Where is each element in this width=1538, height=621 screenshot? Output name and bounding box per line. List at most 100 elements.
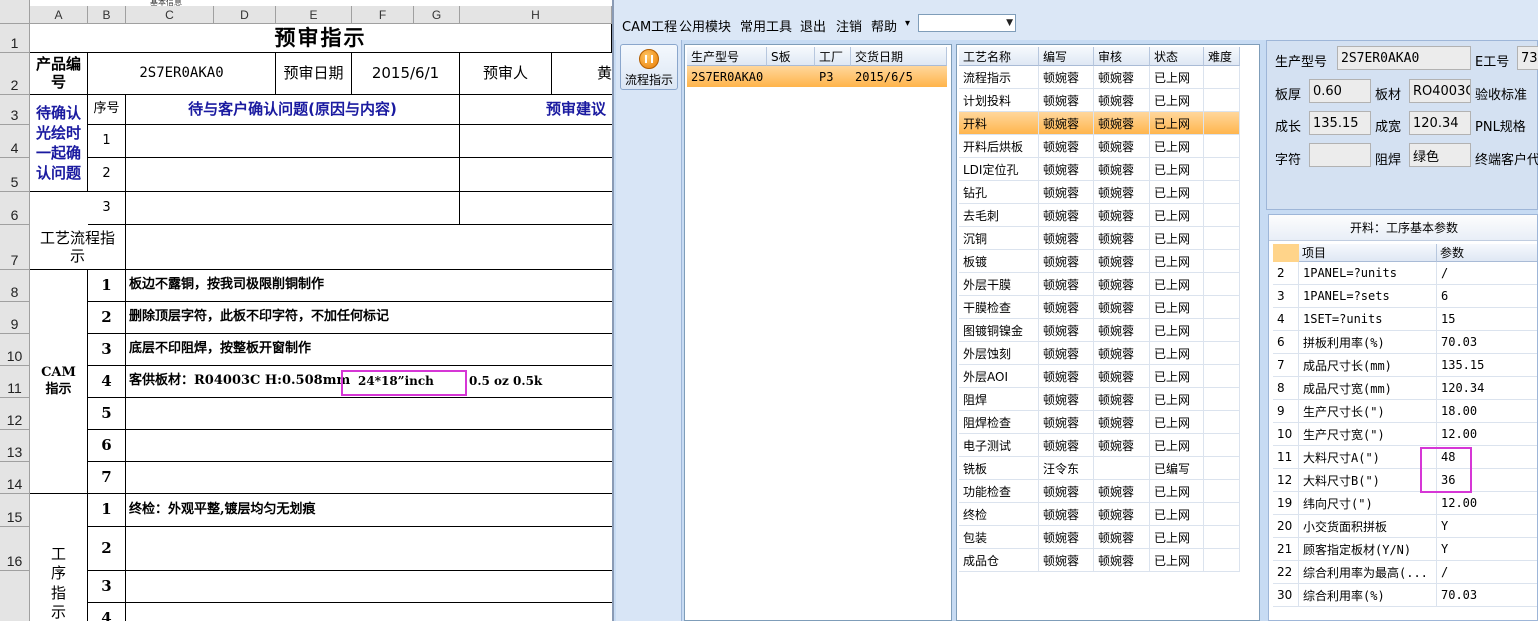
reviewer-label: 预审人 [460,53,552,95]
process-cell: 开料后烘板 [959,135,1039,158]
menu-logout[interactable]: 注销 [836,16,862,35]
process-cell: 开料 [959,112,1039,135]
process-cell: 顿婉蓉 [1094,411,1150,434]
mask-field[interactable]: 绿色 [1409,143,1471,167]
params-no-accent [1273,244,1299,262]
column-header-G[interactable]: G [414,6,460,24]
row-header-11[interactable]: 11 [0,366,30,398]
process-cell [1204,227,1240,250]
process-cell: 顿婉蓉 [1039,503,1094,526]
params-cell-no: 4 [1273,308,1299,331]
process-cell: 顿婉蓉 [1039,250,1094,273]
length-field[interactable]: 135.15 [1309,111,1371,135]
params-cell-no: 3 [1273,285,1299,308]
row-header-4[interactable]: 4 [0,125,30,158]
process-header-0[interactable]: 工艺名称 [959,47,1039,66]
process-cell: 顿婉蓉 [1039,365,1094,388]
menu-help[interactable]: 帮助 [871,16,897,35]
row-header-2[interactable]: 2 [0,53,30,95]
flow-instruction-button[interactable]: 流程指示 [620,44,678,90]
model-field[interactable]: 2S7ER0AKA0 [1337,46,1471,70]
params-cell-value[interactable]: 120.34 [1437,377,1537,400]
row-header-15[interactable]: 15 [0,494,30,527]
params-cell-value[interactable]: 12.00 [1437,492,1537,515]
row-header-12[interactable]: 12 [0,398,30,430]
process-header-4[interactable]: 难度 [1204,47,1240,66]
params-cell-item: 成品尺寸宽(mm) [1299,377,1437,400]
column-header-F[interactable]: F [352,6,414,24]
cam-row4-tail: 0.5 oz 0.5k [469,374,543,388]
orders-header-1[interactable]: S板 [767,47,815,66]
params-header-item[interactable]: 项目 [1299,244,1437,262]
process-cell: 已上网 [1150,204,1204,227]
params-cell-value[interactable]: 6 [1437,285,1537,308]
process-cell: 已上网 [1150,480,1204,503]
row-header-14[interactable]: 14 [0,462,30,494]
row-header-17[interactable]: 17 [0,571,30,621]
row-header-8[interactable]: 8 [0,270,30,302]
row-header-9[interactable]: 9 [0,302,30,334]
params-cell-value[interactable]: 70.03 [1437,331,1537,354]
process-header-1[interactable]: 编写 [1039,47,1094,66]
params-cell-value[interactable]: Y [1437,538,1537,561]
thickness-field[interactable]: 0.60 [1309,79,1371,103]
pending-issue-cell [126,158,460,192]
params-cell-value[interactable]: Y [1437,515,1537,538]
menu-more-arrow-icon[interactable]: ▾ [905,18,910,29]
process-cell: 已上网 [1150,181,1204,204]
menu-exit[interactable]: 退出 [800,16,826,35]
row-header-16[interactable]: 16 [0,527,30,571]
material-field[interactable]: RO4003C [1409,79,1471,103]
cam-row-text [126,462,612,494]
process-cell [1204,273,1240,296]
orders-cell [767,66,815,87]
orders-header-0[interactable]: 生产型号 [687,47,767,66]
width-field[interactable]: 120.34 [1409,111,1471,135]
params-header-value[interactable]: 参数 [1437,244,1537,262]
column-header-H[interactable]: H [460,6,612,24]
params-cell-value[interactable]: 135.15 [1437,354,1537,377]
eno-field[interactable]: 73 [1517,46,1538,70]
process-header-3[interactable]: 状态 [1150,47,1204,66]
row-header-1[interactable]: 1 [0,24,30,53]
char-field[interactable] [1309,143,1371,167]
column-header-E[interactable]: E [276,6,352,24]
proc-label: 工序指示 [30,494,88,621]
params-cell-value[interactable]: / [1437,561,1537,584]
process-cell: 顿婉蓉 [1094,273,1150,296]
menu-common-module[interactable]: 公用模块 [679,16,731,35]
row-header-13[interactable]: 13 [0,430,30,462]
menu-cam[interactable]: CAM工程 [622,16,677,35]
params-cell-no: 12 [1273,469,1299,492]
orders-header-3[interactable]: 交货日期 [851,47,947,66]
row-header-6[interactable]: 6 [0,192,30,225]
menu-tools[interactable]: 常用工具 [740,16,792,35]
process-header-2[interactable]: 审核 [1094,47,1150,66]
column-header-C[interactable]: C [126,6,214,24]
params-cell-value[interactable]: 70.03 [1437,584,1537,607]
row-header-3[interactable]: 3 [0,95,30,125]
process-cell [1204,388,1240,411]
column-header-D[interactable]: D [214,6,276,24]
params-cell-value[interactable]: 12.00 [1437,423,1537,446]
column-header-B[interactable]: B [88,6,126,24]
params-cell-value[interactable]: 15 [1437,308,1537,331]
params-cell-value[interactable]: 18.00 [1437,400,1537,423]
row-header-10[interactable]: 10 [0,334,30,366]
column-header-A[interactable]: A [30,6,88,24]
sheet-title: 预审指示 [30,24,612,53]
menu-combo-box[interactable]: ▼ [918,14,1016,32]
process-cell: 阻焊 [959,388,1039,411]
pending-row-no: 2 [88,158,126,192]
orders-header-2[interactable]: 工厂 [815,47,851,66]
params-cell-no: 2 [1273,262,1299,285]
process-cell [1204,457,1240,480]
row-header-7[interactable]: 7 [0,225,30,270]
params-cell-value[interactable]: / [1437,262,1537,285]
chevron-down-icon[interactable]: ▼ [1006,18,1013,28]
review-date-value: 2015/6/1 [352,53,460,95]
pending-label: 待确认光绘时一起确认问题 [30,95,88,192]
process-cell: 顿婉蓉 [1039,319,1094,342]
corner-cell[interactable] [0,0,30,24]
row-header-5[interactable]: 5 [0,158,30,192]
